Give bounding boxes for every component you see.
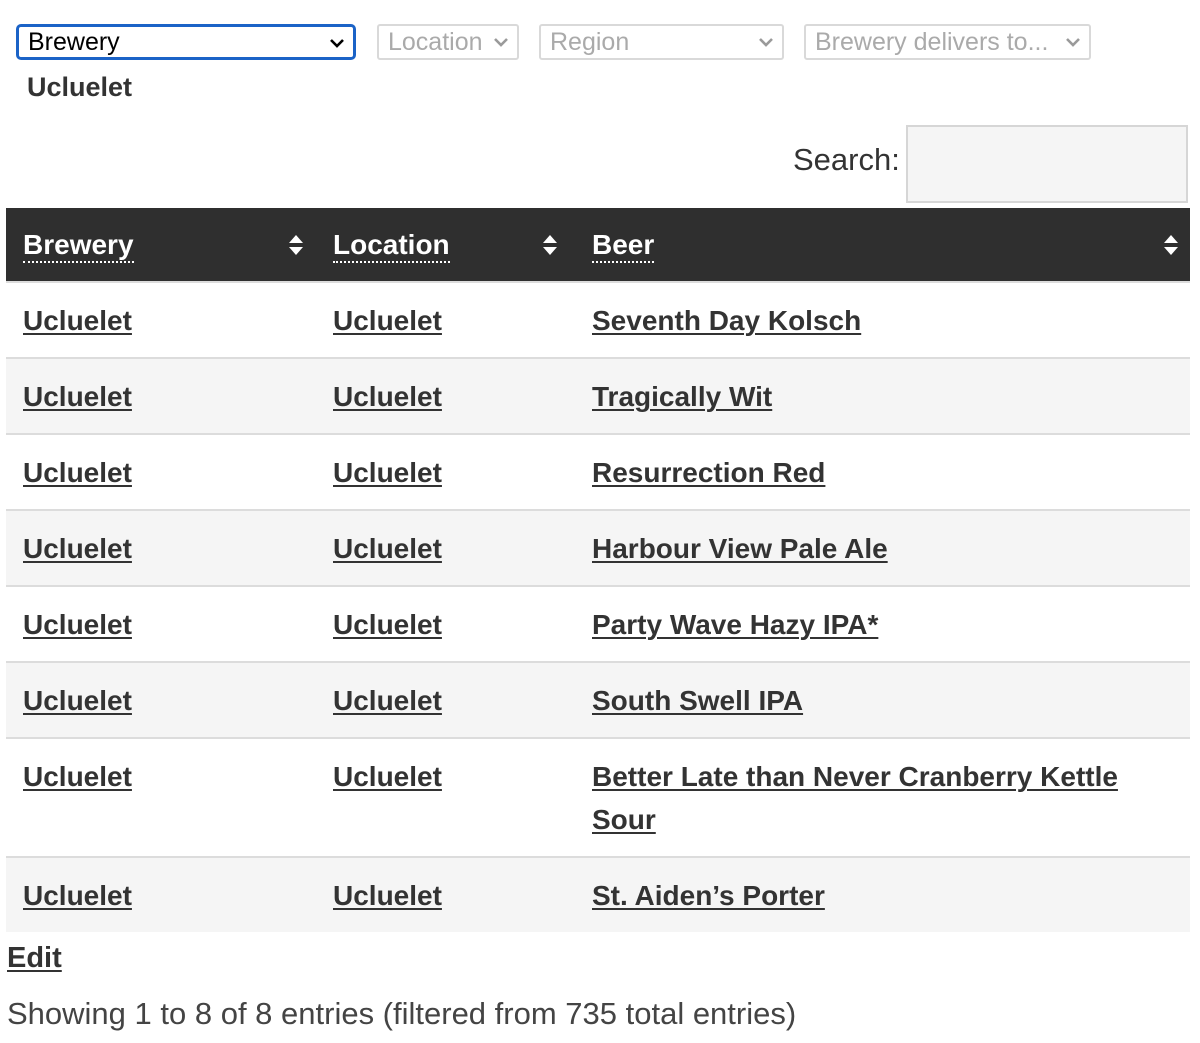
column-header-label: Location	[333, 228, 450, 263]
beer-table: Brewery Location Beer Ucluelet Ucluelet …	[6, 208, 1190, 932]
brewery-cell: Ucluelet	[6, 434, 316, 510]
location-cell: Ucluelet	[316, 510, 575, 586]
brewery-link[interactable]: Ucluelet	[23, 381, 132, 412]
brewery-link[interactable]: Ucluelet	[23, 305, 132, 336]
beer-link[interactable]: Tragically Wit	[592, 381, 772, 412]
brewery-link[interactable]: Ucluelet	[23, 457, 132, 488]
delivers-filter-select[interactable]: Brewery delivers to...	[804, 24, 1091, 60]
location-link[interactable]: Ucluelet	[333, 533, 442, 564]
location-cell: Ucluelet	[316, 434, 575, 510]
search-input[interactable]	[906, 125, 1188, 203]
sort-icon	[1164, 235, 1178, 255]
table-row: Ucluelet Ucluelet Seventh Day Kolsch	[6, 282, 1190, 358]
table-row: Ucluelet Ucluelet Party Wave Hazy IPA*	[6, 586, 1190, 662]
beer-link[interactable]: Party Wave Hazy IPA*	[592, 609, 878, 640]
region-filter-value: Region	[550, 28, 630, 56]
brewery-link[interactable]: Ucluelet	[23, 685, 132, 716]
location-cell: Ucluelet	[316, 586, 575, 662]
beer-cell: Resurrection Red	[575, 434, 1190, 510]
location-link[interactable]: Ucluelet	[333, 457, 442, 488]
brewery-link[interactable]: Ucluelet	[23, 761, 132, 792]
brewery-cell: Ucluelet	[6, 282, 316, 358]
location-link[interactable]: Ucluelet	[333, 685, 442, 716]
location-link[interactable]: Ucluelet	[333, 305, 442, 336]
brewery-cell: Ucluelet	[6, 857, 316, 932]
column-header-label: Brewery	[23, 228, 134, 263]
location-link[interactable]: Ucluelet	[333, 880, 442, 911]
brewery-filter-select[interactable]: Brewery	[16, 24, 356, 60]
table-row: Ucluelet Ucluelet Better Late than Never…	[6, 738, 1190, 857]
chevron-down-icon	[1066, 38, 1080, 47]
beer-link[interactable]: Harbour View Pale Ale	[592, 533, 888, 564]
column-header-beer[interactable]: Beer	[575, 208, 1190, 282]
beer-link[interactable]: Seventh Day Kolsch	[592, 305, 861, 336]
brewery-cell: Ucluelet	[6, 662, 316, 738]
column-header-location[interactable]: Location	[316, 208, 575, 282]
delivers-filter-value: Brewery delivers to...	[815, 28, 1049, 56]
location-link[interactable]: Ucluelet	[333, 609, 442, 640]
beer-link[interactable]: Resurrection Red	[592, 457, 825, 488]
table-row: Ucluelet Ucluelet St. Aiden’s Porter	[6, 857, 1190, 932]
location-cell: Ucluelet	[316, 738, 575, 857]
filter-bar: Brewery Location Region Brewery delivers…	[16, 22, 1196, 62]
table-row: Ucluelet Ucluelet Harbour View Pale Ale	[6, 510, 1190, 586]
beer-link[interactable]: St. Aiden’s Porter	[592, 880, 825, 911]
brewery-cell: Ucluelet	[6, 358, 316, 434]
table-row: Ucluelet Ucluelet South Swell IPA	[6, 662, 1190, 738]
beer-cell: Tragically Wit	[575, 358, 1190, 434]
location-cell: Ucluelet	[316, 282, 575, 358]
table-row: Ucluelet Ucluelet Resurrection Red	[6, 434, 1190, 510]
table-row: Ucluelet Ucluelet Tragically Wit	[6, 358, 1190, 434]
beer-cell: Party Wave Hazy IPA*	[575, 586, 1190, 662]
location-link[interactable]: Ucluelet	[333, 381, 442, 412]
beer-link[interactable]: Better Late than Never Cranberry Kettle …	[592, 761, 1118, 835]
search-label: Search:	[793, 142, 900, 177]
beer-link[interactable]: South Swell IPA	[592, 685, 803, 716]
brewery-link[interactable]: Ucluelet	[23, 880, 132, 911]
selected-brewery-heading: Ucluelet	[27, 72, 133, 102]
edit-link[interactable]: Edit	[7, 942, 62, 975]
chevron-down-icon	[494, 38, 508, 47]
location-cell: Ucluelet	[316, 857, 575, 932]
brewery-cell: Ucluelet	[6, 586, 316, 662]
brewery-filter-value: Brewery	[28, 28, 120, 56]
chevron-down-icon	[330, 39, 344, 48]
location-filter-select[interactable]: Location	[377, 24, 519, 60]
beer-cell: Better Late than Never Cranberry Kettle …	[575, 738, 1190, 857]
beer-cell: South Swell IPA	[575, 662, 1190, 738]
location-cell: Ucluelet	[316, 358, 575, 434]
column-header-brewery[interactable]: Brewery	[6, 208, 316, 282]
region-filter-select[interactable]: Region	[539, 24, 784, 60]
table-header-row: Brewery Location Beer	[6, 208, 1190, 282]
location-link[interactable]: Ucluelet	[333, 761, 442, 792]
beer-cell: Harbour View Pale Ale	[575, 510, 1190, 586]
brewery-cell: Ucluelet	[6, 738, 316, 857]
beer-cell: Seventh Day Kolsch	[575, 282, 1190, 358]
brewery-link[interactable]: Ucluelet	[23, 609, 132, 640]
table-info: Showing 1 to 8 of 8 entries (filtered fr…	[7, 996, 797, 1031]
column-header-label: Beer	[592, 228, 655, 263]
location-cell: Ucluelet	[316, 662, 575, 738]
chevron-down-icon	[759, 38, 773, 47]
brewery-cell: Ucluelet	[6, 510, 316, 586]
location-filter-value: Location	[388, 28, 483, 56]
beer-cell: St. Aiden’s Porter	[575, 857, 1190, 932]
sort-icon	[289, 235, 303, 255]
brewery-link[interactable]: Ucluelet	[23, 533, 132, 564]
sort-icon	[543, 235, 557, 255]
